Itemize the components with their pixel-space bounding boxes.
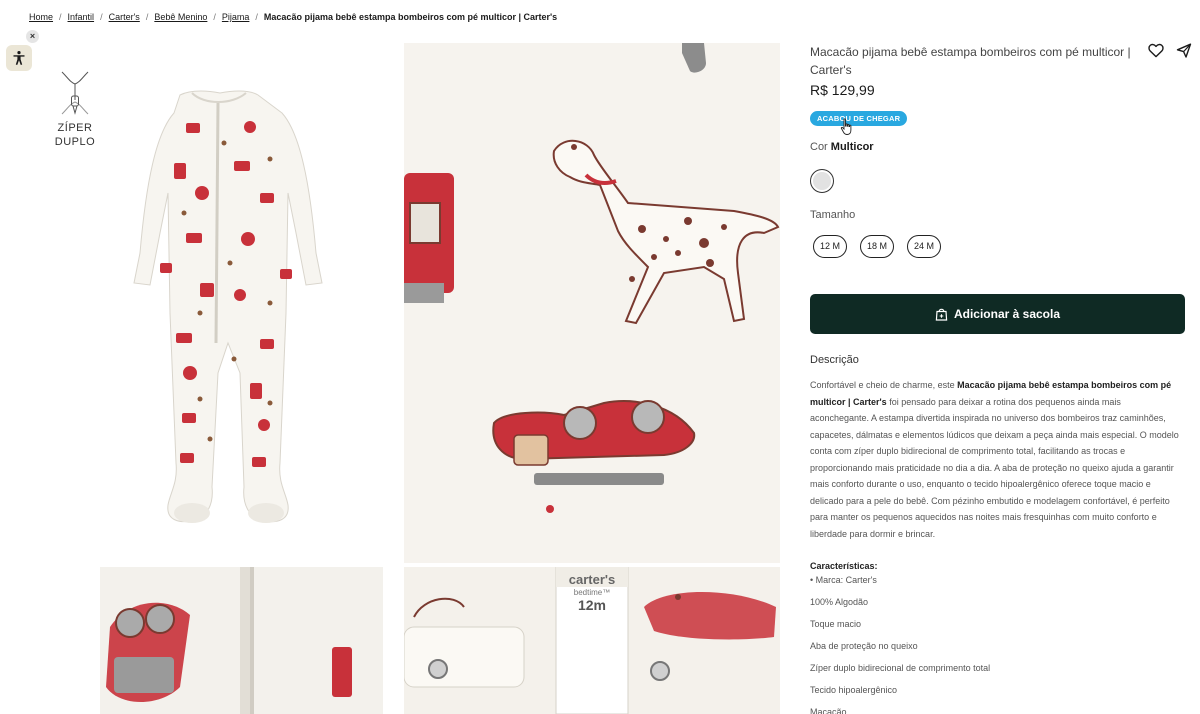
breadcrumb-separator: / <box>255 12 258 22</box>
color-selector-label: Cor Multicor <box>810 141 874 153</box>
breadcrumb-infantil[interactable]: Infantil <box>68 12 95 22</box>
feature-item: • Marca: Carter's <box>810 575 877 585</box>
breadcrumb-current: Macacão pijama bebê estampa bombeiros co… <box>263 12 558 22</box>
breadcrumb-pijama[interactable]: Pijama <box>222 12 250 22</box>
size-options: 12 M 18 M 24 M <box>813 235 941 258</box>
product-image-label[interactable]: carter's bedtime™ 12m <box>404 567 780 714</box>
feature-item: Toque macio <box>810 619 862 629</box>
ziper-label-line1: ZÍPER <box>57 122 93 134</box>
description-intro: Confortável e cheio de charme, este <box>810 380 955 390</box>
breadcrumb-home[interactable]: Home <box>29 12 53 22</box>
print-detail-illustration <box>404 43 780 513</box>
label-brand: carter's <box>568 572 616 587</box>
label-line: bedtime™ <box>573 588 611 597</box>
hand-cursor-icon <box>840 118 852 135</box>
zipper-closeup-illustration <box>106 567 352 714</box>
new-arrival-badge: ACABOU DE CHEGAR <box>810 111 908 126</box>
breadcrumb-separator: / <box>213 12 216 22</box>
shopping-bag-icon <box>935 308 948 321</box>
size-label: Tamanho <box>810 209 856 221</box>
product-image-zipper-closeup[interactable] <box>100 567 383 714</box>
description-text: foi pensado para deixar a rotina dos peq… <box>810 396 1179 539</box>
share-icon[interactable] <box>1176 43 1192 58</box>
accessibility-close-button[interactable]: × <box>26 30 39 43</box>
product-info: Macacão pijama bebê estampa bombeiros co… <box>810 43 1186 79</box>
feature-item: Macacão <box>810 707 847 714</box>
product-image-detail[interactable] <box>404 43 780 563</box>
pajama-illustration <box>133 90 323 523</box>
product-image-main[interactable] <box>100 43 383 563</box>
breadcrumb-bebe-menino[interactable]: Bebê Menino <box>154 12 207 22</box>
size-option-12m[interactable]: 12 M <box>813 235 847 258</box>
feature-item: Tecido hipoalergênico <box>810 685 898 695</box>
add-to-bag-label: Adicionar à sacola <box>953 307 1061 321</box>
ziper-label-line2: DUPLO <box>54 136 96 148</box>
features-title: Características: <box>810 561 878 571</box>
size-option-18m[interactable]: 18 M <box>860 235 894 258</box>
breadcrumb-separator: / <box>100 12 103 22</box>
product-actions <box>1148 43 1192 58</box>
zipper-icon <box>61 71 89 115</box>
product-title: Macacão pijama bebê estampa bombeiros co… <box>810 45 1131 77</box>
feature-item: 100% Algodão <box>810 597 869 607</box>
color-label: Cor <box>810 141 828 153</box>
ziper-duplo-badge: ZÍPER DUPLO <box>50 70 100 149</box>
accessibility-icon <box>13 51 25 65</box>
color-swatch-multicor[interactable] <box>810 169 834 193</box>
add-to-bag-button[interactable]: Adicionar à sacola <box>810 294 1185 334</box>
label-size: 12m <box>577 597 607 613</box>
breadcrumb-carters[interactable]: Carter's <box>109 12 140 22</box>
color-value: Multicor <box>830 141 874 153</box>
size-option-24m[interactable]: 24 M <box>907 235 941 258</box>
breadcrumb-separator: / <box>145 12 149 22</box>
feature-item: Aba de proteção no queixo <box>810 641 918 651</box>
feature-item: Zíper duplo bidirecional de comprimento … <box>810 663 991 673</box>
description-title: Descrição <box>810 354 859 366</box>
description-body: Confortável e cheio de charme, este Maca… <box>810 377 1180 542</box>
breadcrumb: Home / Infantil / Carter's / Bebê Menino… <box>29 12 557 22</box>
product-price: R$ 129,99 <box>810 82 875 98</box>
heart-icon[interactable] <box>1148 43 1164 58</box>
breadcrumb-separator: / <box>59 12 62 22</box>
accessibility-button[interactable] <box>6 45 32 71</box>
features-list: Características: • Marca: Carter's 100% … <box>810 559 1180 714</box>
